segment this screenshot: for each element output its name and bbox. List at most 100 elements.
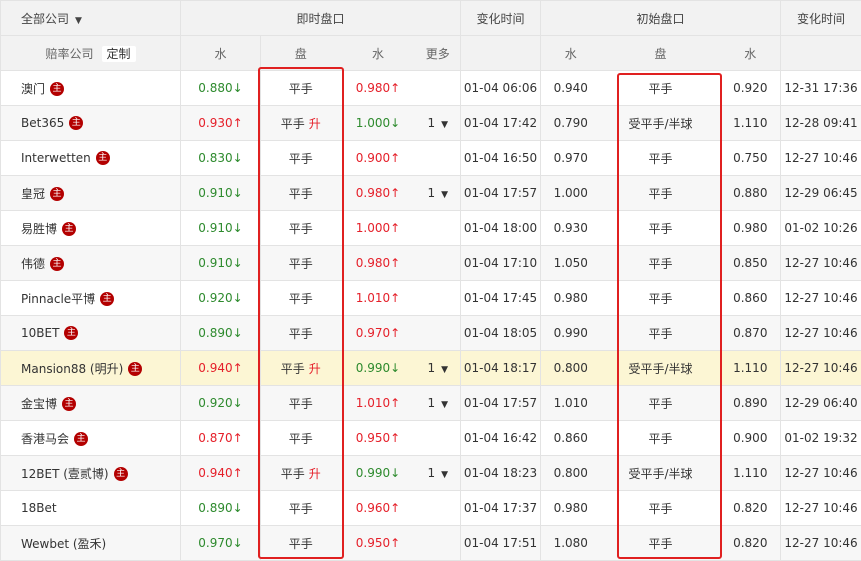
more-dropdown bbox=[415, 315, 462, 351]
initial-handicap: 平手 bbox=[600, 245, 721, 281]
live-handicap: 平手 bbox=[260, 490, 341, 526]
live-handicap: 平手 bbox=[260, 420, 341, 456]
more-count: 1 bbox=[427, 116, 436, 130]
company-name[interactable]: Bet365 bbox=[21, 116, 64, 130]
initial-water-home: 1.010 bbox=[540, 385, 601, 421]
table-row[interactable]: Bet365 主 0.930↑ 平手升 1.000↓ 1 ▼ 01-04 17:42… bbox=[0, 105, 861, 141]
company-name[interactable]: Pinnacle平博 bbox=[21, 292, 95, 306]
more-dropdown[interactable]: 1 ▼ bbox=[415, 175, 462, 211]
change-time: 01-04 17:57 bbox=[460, 175, 542, 211]
initial-change-time: 12-27 10:46 bbox=[780, 280, 861, 316]
live-water-home: 0.970↓ bbox=[180, 525, 261, 561]
initial-water-home: 0.930 bbox=[540, 210, 601, 246]
company-name[interactable]: 12BET (壹贰博) bbox=[21, 467, 109, 481]
live-water-home: 0.920↓ bbox=[180, 385, 261, 421]
initial-water-away: 0.850 bbox=[720, 245, 782, 281]
live-water-away: 0.980↑ bbox=[340, 175, 416, 211]
company-name[interactable]: Wewbet (盈禾) bbox=[21, 537, 106, 551]
initial-handicap: 平手 bbox=[600, 140, 721, 176]
company-name[interactable]: Mansion88 (明升) bbox=[21, 362, 123, 376]
initial-change-time-header: 变化时间 bbox=[780, 0, 861, 36]
company-name[interactable]: Interwetten bbox=[21, 151, 91, 165]
live-water-home: 0.890↓ bbox=[180, 315, 261, 351]
table-row[interactable]: Wewbet (盈禾) 0.970↓ 平手 0.950↑ 01-04 17:51… bbox=[0, 525, 861, 561]
initial-water-away: 0.920 bbox=[720, 70, 782, 106]
more-dropdown[interactable]: 1 ▼ bbox=[415, 455, 462, 491]
table-row[interactable]: Mansion88 (明升) 主 0.940↑ 平手升 0.990↓ 1 ▼ 01-… bbox=[0, 350, 861, 386]
live-handicap: 平手 bbox=[260, 315, 341, 351]
company-name[interactable]: 皇冠 bbox=[21, 187, 45, 201]
initial-water-away: 0.860 bbox=[720, 280, 782, 316]
initial-handicap: 平手 bbox=[600, 280, 721, 316]
live-handicap: 平手 bbox=[260, 245, 341, 281]
live-water-away: 0.950↑ bbox=[340, 420, 416, 456]
initial-change-time: 12-27 10:46 bbox=[780, 455, 861, 491]
table-row[interactable]: 香港马会主 0.870↑ 平手 0.950↑ 01-04 16:42 0.860… bbox=[0, 420, 861, 456]
rise-indicator: 升 bbox=[308, 116, 321, 131]
live-handicap: 平手 bbox=[260, 175, 341, 211]
company-name[interactable]: 澳门 bbox=[21, 82, 45, 96]
live-water-away: 1.010↑ bbox=[340, 385, 416, 421]
initial-handicap: 受平手/半球 bbox=[600, 455, 721, 491]
customize-button[interactable]: 定制 bbox=[101, 45, 136, 62]
more-dropdown bbox=[415, 490, 462, 526]
change-time: 01-04 17:51 bbox=[460, 525, 542, 561]
live-water-home: 0.940↑ bbox=[180, 455, 261, 491]
main-badge-icon: 主 bbox=[62, 397, 77, 411]
change-time: 01-04 17:57 bbox=[460, 385, 542, 421]
more-count: 1 bbox=[427, 361, 436, 375]
table-row[interactable]: 12BET (壹贰博) 主 0.940↑ 平手升 0.990↓ 1 ▼ 01-04 … bbox=[0, 455, 861, 491]
initial-change-time: 12-27 10:46 bbox=[780, 350, 861, 386]
main-badge-icon: 主 bbox=[128, 362, 143, 376]
initial-water-away: 0.820 bbox=[720, 490, 782, 526]
handicap-value: 平手 bbox=[288, 326, 313, 341]
table-row[interactable]: 易胜博主 0.910↓ 平手 1.000↑ 01-04 18:00 0.930 … bbox=[0, 210, 861, 246]
live-water-away: 0.980↑ bbox=[340, 70, 416, 106]
company-name[interactable]: 香港马会 bbox=[21, 432, 69, 446]
table-row[interactable]: 澳门主 0.880↓ 平手 0.980↑ 01-04 06:06 0.940 平… bbox=[0, 70, 861, 106]
caret-down-icon: ▼ bbox=[441, 400, 449, 410]
more-dropdown[interactable]: 1 ▼ bbox=[415, 105, 462, 141]
main-badge-icon: 主 bbox=[50, 82, 65, 96]
company-name[interactable]: 金宝博 bbox=[21, 397, 57, 411]
handicap-value: 平手 bbox=[288, 256, 313, 271]
initial-water-away: 0.870 bbox=[720, 315, 782, 351]
change-time: 01-04 06:06 bbox=[460, 70, 542, 106]
all-companies-dropdown[interactable]: 全部公司 ▼ bbox=[0, 0, 181, 36]
table-row[interactable]: Interwetten 主 0.830↓ 平手 0.900↑ 01-04 16:5… bbox=[0, 140, 861, 176]
company-name[interactable]: 18Bet bbox=[21, 501, 57, 515]
initial-water-away: 1.110 bbox=[720, 350, 782, 386]
more-dropdown[interactable]: 1 ▼ bbox=[415, 385, 462, 421]
live-water-home: 0.880↓ bbox=[180, 70, 261, 106]
change-time: 01-04 18:17 bbox=[460, 350, 542, 386]
change-time: 01-04 18:05 bbox=[460, 315, 542, 351]
more-dropdown[interactable]: 1 ▼ bbox=[415, 350, 462, 386]
main-badge-icon: 主 bbox=[95, 151, 110, 166]
initial-handicap: 平手 bbox=[600, 315, 721, 351]
water2-header: 水 bbox=[340, 35, 416, 71]
live-water-away: 0.990↓ bbox=[340, 350, 416, 386]
table-row[interactable]: 10BET 主 0.890↓ 平手 0.970↑ 01-04 18:05 0.99… bbox=[0, 315, 861, 351]
initial-water-home: 0.970 bbox=[540, 140, 601, 176]
table-row[interactable]: 伟德主 0.910↓ 平手 0.980↑ 01-04 17:10 1.050 平… bbox=[0, 245, 861, 281]
initial-handicap: 平手 bbox=[600, 490, 721, 526]
table-row[interactable]: 皇冠主 0.910↓ 平手 0.980↑ 1 ▼ 01-04 17:57 1.00… bbox=[0, 175, 861, 211]
handicap-value: 平手 bbox=[288, 291, 313, 306]
company-name[interactable]: 10BET bbox=[21, 326, 59, 340]
initial-change-time: 12-29 06:40 bbox=[780, 385, 861, 421]
initial-water-header: 水 bbox=[540, 35, 601, 71]
rise-indicator: 升 bbox=[308, 466, 321, 481]
table-row[interactable]: 金宝博主 0.920↓ 平手 1.010↑ 1 ▼ 01-04 17:57 1.0… bbox=[0, 385, 861, 421]
initial-water-home: 1.050 bbox=[540, 245, 601, 281]
company-name[interactable]: 易胜博 bbox=[21, 222, 57, 236]
handicap-value: 平手 bbox=[288, 501, 313, 516]
company-name[interactable]: 伟德 bbox=[21, 257, 45, 271]
table-row[interactable]: 18Bet 0.890↓ 平手 0.960↑ 01-04 17:37 0.980… bbox=[0, 490, 861, 526]
table-row[interactable]: Pinnacle平博主 0.920↓ 平手 1.010↑ 01-04 17:45… bbox=[0, 280, 861, 316]
handicap-value: 平手 bbox=[288, 396, 313, 411]
initial-odds-header: 初始盘口 bbox=[540, 0, 782, 36]
handicap-value: 平手 bbox=[280, 466, 305, 481]
live-handicap: 平手升 bbox=[260, 350, 341, 386]
initial-change-time: 12-27 10:46 bbox=[780, 525, 861, 561]
live-handicap: 平手 bbox=[260, 385, 341, 421]
